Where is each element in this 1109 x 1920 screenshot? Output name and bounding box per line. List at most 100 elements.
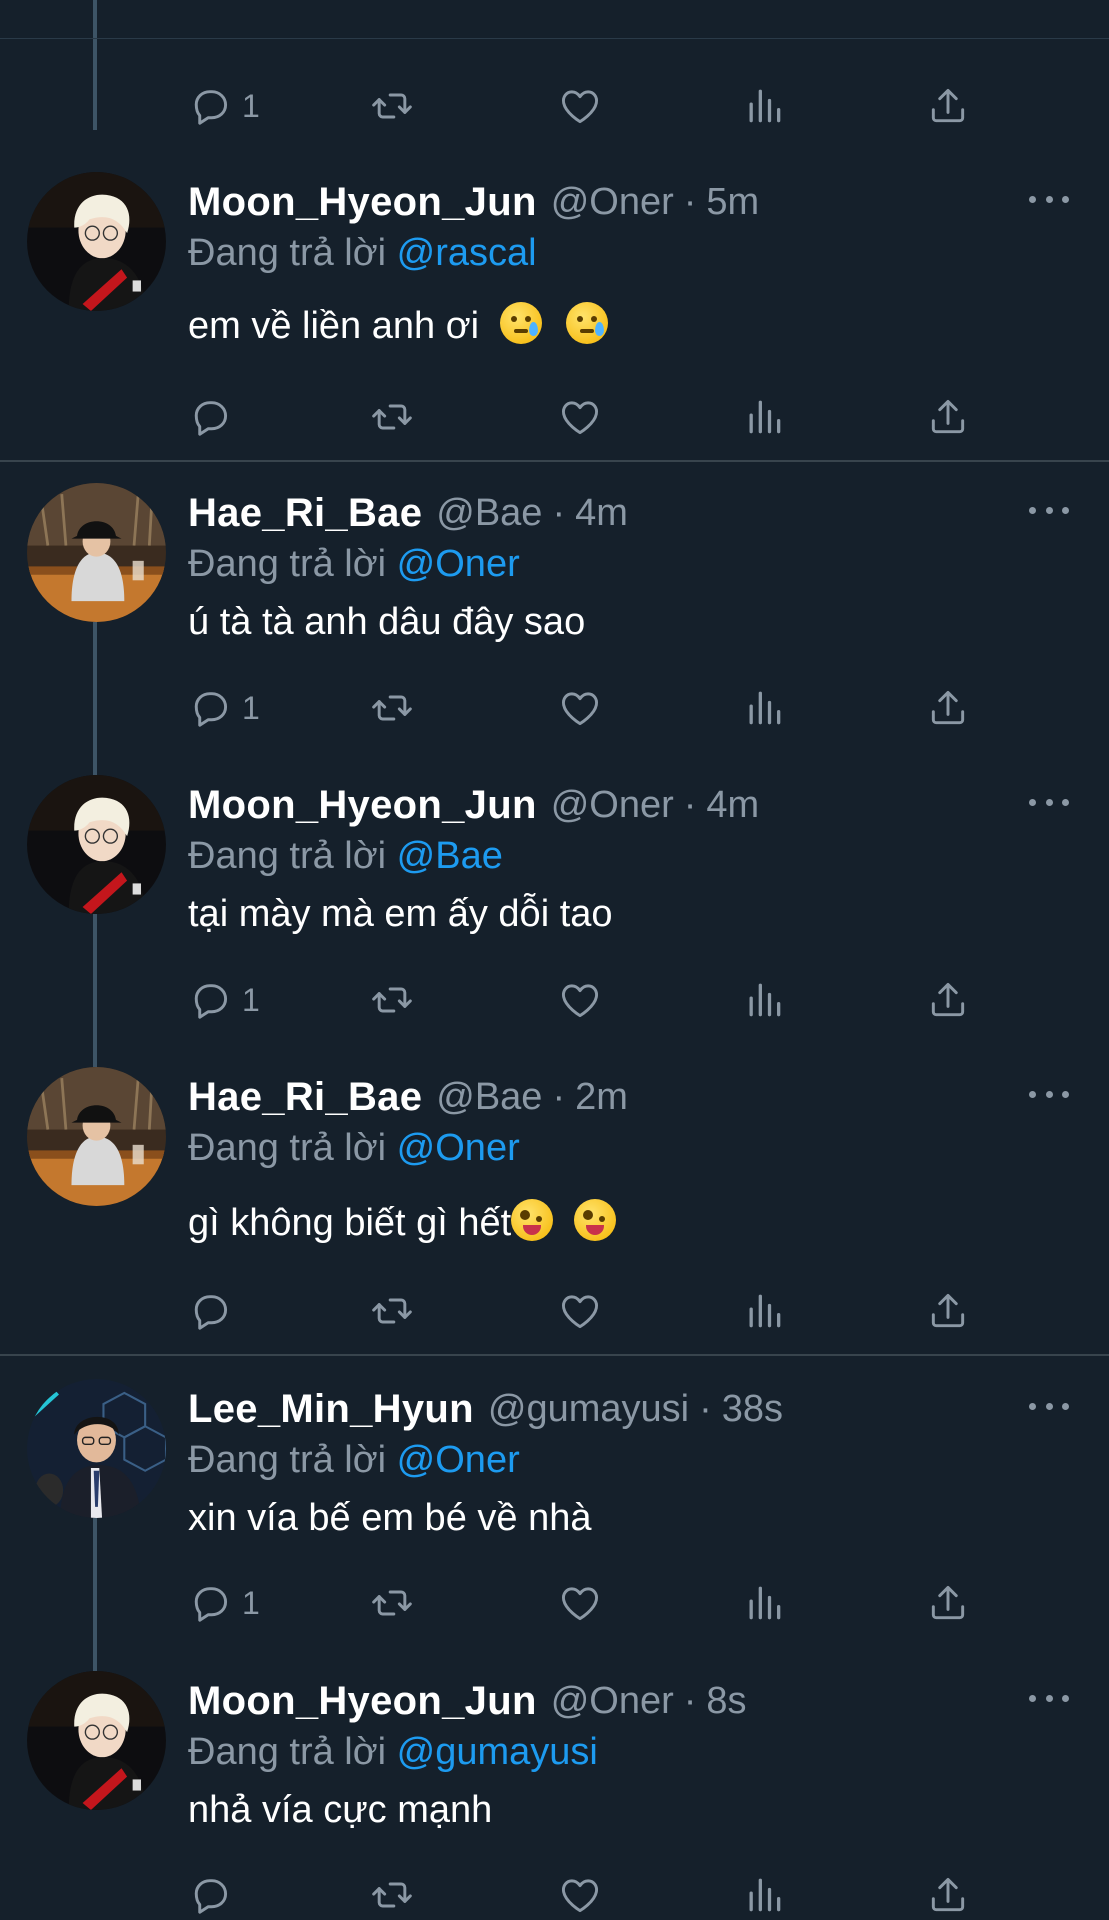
retweet-button[interactable] [370,1283,414,1339]
views-chart-icon [742,686,786,730]
share-button[interactable] [926,1867,970,1920]
views-button[interactable] [742,1283,786,1339]
display-name[interactable]: Hae_Ri_Bae [188,491,422,536]
reply-button[interactable]: 1 [188,1575,260,1631]
reply-button[interactable]: 1 [188,78,260,134]
display-name[interactable]: Moon_Hyeon_Jun [188,1679,537,1724]
timestamp[interactable]: 2m [575,1076,628,1119]
retweet-icon [370,978,414,1022]
tweet[interactable]: Moon_Hyeon_Jun @Oner · 5m Đang trả lời @… [0,172,1109,460]
avatar[interactable] [27,1379,166,1518]
views-button[interactable] [742,1867,786,1920]
views-button[interactable] [742,680,786,736]
reply-icon [188,1873,232,1917]
retweet-button[interactable] [370,680,414,736]
views-button[interactable] [742,972,786,1028]
reply-button[interactable] [188,1283,242,1339]
like-button[interactable] [558,972,602,1028]
replying-to-mention[interactable]: @Oner [397,1127,520,1169]
separator-dot: · [552,491,566,534]
views-button[interactable] [742,1575,786,1631]
tweet-text: em về liền anh ơi [188,305,480,347]
replying-to-mention[interactable]: @Oner [397,543,520,585]
retweet-button[interactable] [370,1867,414,1920]
more-dots-icon[interactable] [1029,1391,1069,1421]
user-handle[interactable]: @Oner [551,784,674,827]
share-button[interactable] [926,680,970,736]
replying-to-mention[interactable]: @Bae [397,835,503,877]
reply-button[interactable]: 1 [188,972,260,1028]
like-button[interactable] [558,1283,602,1339]
share-button[interactable] [926,1575,970,1631]
replying-to-mention[interactable]: @rascal [397,232,537,274]
reply-button[interactable] [188,1867,242,1920]
share-button[interactable] [926,972,970,1028]
like-button[interactable] [558,680,602,736]
views-button[interactable] [742,78,786,134]
reply-button[interactable]: 1 [188,680,260,736]
replying-to-mention[interactable]: @Oner [397,1439,520,1481]
share-button[interactable] [926,78,970,134]
heart-icon [558,395,602,439]
tweet-text: xin vía bế em bé về nhà [188,1497,592,1539]
replying-to: Đang trả lời @Oner [188,1435,1069,1485]
views-button[interactable] [742,389,786,445]
retweet-button[interactable] [370,389,414,445]
views-chart-icon [742,395,786,439]
replying-prefix: Đang trả lời [188,835,387,877]
more-dots-icon[interactable] [1029,787,1069,817]
thread-line [93,1518,97,1671]
user-handle[interactable]: @Bae [436,492,542,535]
avatar[interactable] [27,1671,166,1810]
tweet-actions: 1 [188,972,988,1028]
timestamp[interactable]: 38s [722,1388,783,1431]
retweet-button[interactable] [370,972,414,1028]
reply-button[interactable] [188,389,242,445]
retweet-button[interactable] [370,1575,414,1631]
share-button[interactable] [926,1283,970,1339]
tweet[interactable]: Moon_Hyeon_Jun @Oner · 8s Đang trả lời @… [0,1671,1109,1920]
avatar[interactable] [27,1067,166,1206]
separator-dot: · [683,180,697,223]
user-handle[interactable]: @Oner [551,1680,674,1723]
more-dots-icon[interactable] [1029,495,1069,525]
like-button[interactable] [558,389,602,445]
display-name[interactable]: Moon_Hyeon_Jun [188,180,537,225]
like-button[interactable] [558,1867,602,1920]
display-name[interactable]: Lee_Min_Hyun [188,1387,474,1432]
display-name[interactable]: Hae_Ri_Bae [188,1075,422,1120]
share-button[interactable] [926,389,970,445]
tweet[interactable]: Moon_Hyeon_Jun @Oner · 4m Đang trả lời @… [0,775,1109,1067]
replying-prefix: Đang trả lời [188,1439,387,1481]
share-icon [926,1581,970,1625]
timestamp[interactable]: 8s [706,1680,746,1723]
replying-to-mention[interactable]: @gumayusi [397,1731,598,1773]
separator-dot: · [699,1387,712,1430]
tweet[interactable]: Hae_Ri_Bae @Bae · 4m Đang trả lời @Oner … [0,483,1109,775]
avatar[interactable] [27,172,166,311]
partial-tweet[interactable]: 1 [0,0,1109,160]
more-dots-icon[interactable] [1029,184,1069,214]
tweet-actions [188,1867,988,1920]
retweet-button[interactable] [370,78,414,134]
user-handle[interactable]: @Bae [436,1076,542,1119]
more-dots-icon[interactable] [1029,1683,1069,1713]
timestamp[interactable]: 4m [575,492,628,535]
avatar[interactable] [27,483,166,622]
avatar[interactable] [27,775,166,914]
user-handle[interactable]: @gumayusi [488,1388,689,1431]
reply-icon [188,395,232,439]
user-handle[interactable]: @Oner [551,181,674,224]
more-dots-icon[interactable] [1029,1079,1069,1109]
display-name[interactable]: Moon_Hyeon_Jun [188,783,537,828]
tweet[interactable]: Lee_Min_Hyun @gumayusi · 38s Đang trả lờ… [0,1379,1109,1671]
timestamp[interactable]: 5m [706,181,759,224]
tweet-text-block: gì không biết gì hết [188,1199,1069,1245]
thread-line [93,914,97,1067]
reply-icon [188,1581,232,1625]
replying-prefix: Đang trả lời [188,1731,387,1773]
tweet[interactable]: Hae_Ri_Bae @Bae · 2m Đang trả lời @Oner … [0,1067,1109,1353]
like-button[interactable] [558,78,602,134]
like-button[interactable] [558,1575,602,1631]
timestamp[interactable]: 4m [706,784,759,827]
